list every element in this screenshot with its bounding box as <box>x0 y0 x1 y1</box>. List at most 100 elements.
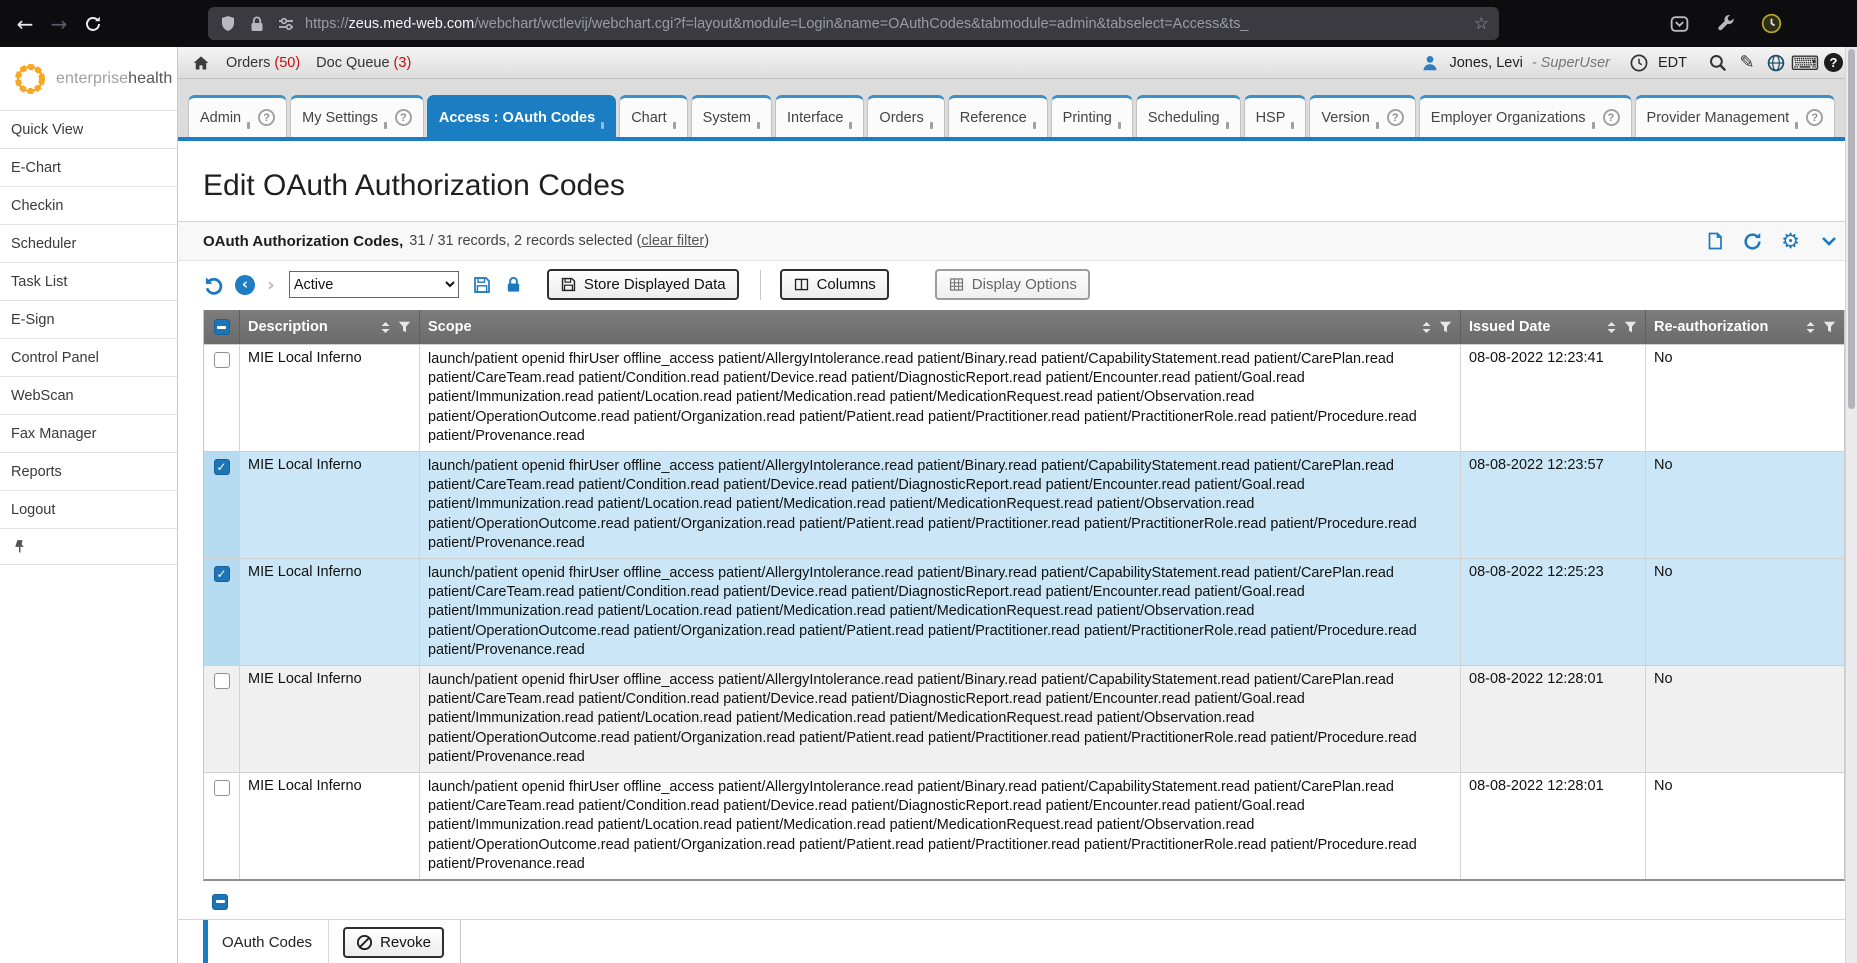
table-row[interactable]: MIE Local Inferno launch/patient openid … <box>204 665 1844 772</box>
toolbar-divider <box>760 270 761 300</box>
row-checkbox[interactable] <box>214 459 230 475</box>
help-icon[interactable] <box>1824 53 1843 72</box>
sort-icon[interactable] <box>1421 321 1432 334</box>
tools-wrench-icon[interactable] <box>1716 13 1737 34</box>
bookmark-star-icon[interactable] <box>1474 14 1489 34</box>
display-options-button[interactable]: Display Options <box>935 269 1090 300</box>
footer-tab-label[interactable]: OAuth Codes <box>222 934 312 951</box>
url-bar[interactable]: https://zeus.med-web.com/webchart/wctlev… <box>208 7 1499 40</box>
collapse-section-icon[interactable] <box>1818 231 1839 252</box>
extension-clock-icon[interactable] <box>1761 13 1782 34</box>
new-document-icon[interactable] <box>1704 231 1725 252</box>
help-icon[interactable] <box>1603 109 1620 126</box>
select-all-footer-checkbox[interactable] <box>212 894 228 910</box>
doc-queue-link[interactable]: Doc Queue (3) <box>316 55 411 71</box>
sidebar-item-logout[interactable]: Logout <box>0 491 177 529</box>
user-name[interactable]: Jones, Levi <box>1449 55 1522 71</box>
row-checkbox[interactable] <box>214 352 230 368</box>
tab-version[interactable]: Version <box>1309 95 1415 137</box>
tab-printing[interactable]: Printing <box>1051 95 1133 137</box>
refresh-icon[interactable] <box>1742 231 1763 252</box>
sidebar-item-checkin[interactable]: Checkin <box>0 187 177 225</box>
columns-button[interactable]: Columns <box>780 269 889 300</box>
sidebar-item-quick-view[interactable]: Quick View <box>0 111 177 149</box>
clear-filter-link[interactable]: clear filter <box>641 233 704 249</box>
tab-interface[interactable]: Interface <box>775 95 864 137</box>
url-text[interactable]: https://zeus.med-web.com/webchart/wctlev… <box>305 16 1466 32</box>
scrollbar-thumb[interactable] <box>1848 49 1855 409</box>
pocket-icon[interactable] <box>1669 13 1690 34</box>
keyboard-icon[interactable] <box>1795 53 1815 73</box>
sidebar-item-fax-manager[interactable]: Fax Manager <box>0 415 177 453</box>
edit-icon[interactable] <box>1737 53 1757 73</box>
tab-grip-icon <box>1376 122 1379 129</box>
help-icon[interactable] <box>395 109 412 126</box>
sidebar-item-webscan[interactable]: WebScan <box>0 377 177 415</box>
save-filter-icon[interactable] <box>471 274 493 296</box>
lock-icon[interactable] <box>247 14 267 34</box>
row-checkbox[interactable] <box>214 780 230 796</box>
tab-reference[interactable]: Reference <box>948 95 1048 137</box>
sidebar-item-scheduler[interactable]: Scheduler <box>0 225 177 263</box>
permissions-sliders-icon[interactable] <box>276 14 296 34</box>
reauthorization-cell: No <box>1646 345 1844 451</box>
store-displayed-data-button[interactable]: Store Displayed Data <box>547 269 739 300</box>
brand-gear-icon <box>12 61 48 97</box>
table-row[interactable]: MIE Local Inferno launch/patient openid … <box>204 451 1844 558</box>
tab-orders[interactable]: Orders <box>867 95 944 137</box>
tracking-shield-icon[interactable] <box>218 14 238 34</box>
browser-forward-icon[interactable] <box>42 7 76 41</box>
orders-link[interactable]: Orders (50) <box>226 55 300 71</box>
grid-icon <box>948 276 965 293</box>
column-header-issued-date[interactable]: Issued Date <box>1469 319 1550 335</box>
sidebar-item-control-panel[interactable]: Control Panel <box>0 339 177 377</box>
sidebar-item-e-chart[interactable]: E-Chart <box>0 149 177 187</box>
table-row[interactable]: MIE Local Inferno launch/patient openid … <box>204 344 1844 451</box>
revoke-button[interactable]: Revoke <box>343 927 444 958</box>
column-header-description[interactable]: Description <box>248 319 328 335</box>
filter-icon[interactable] <box>1624 321 1637 333</box>
sort-icon[interactable] <box>1606 321 1617 334</box>
tab-grip-icon <box>1291 122 1294 129</box>
previous-page-icon[interactable] <box>235 275 255 295</box>
sidebar-item-task-list[interactable]: Task List <box>0 263 177 301</box>
tab-system[interactable]: System <box>691 95 772 137</box>
page-scrollbar[interactable] <box>1845 47 1857 963</box>
help-icon[interactable] <box>1387 109 1404 126</box>
help-icon[interactable] <box>258 109 275 126</box>
filter-icon[interactable] <box>1439 321 1452 333</box>
tab-provider-management[interactable]: Provider Management <box>1635 95 1836 137</box>
column-header-scope[interactable]: Scope <box>428 319 472 335</box>
table-row[interactable]: MIE Local Inferno launch/patient openid … <box>204 772 1844 879</box>
gear-icon[interactable] <box>1780 231 1801 252</box>
tab-my-settings[interactable]: My Settings <box>290 95 424 137</box>
globe-icon[interactable] <box>1766 53 1786 73</box>
pin-icon[interactable] <box>11 538 28 555</box>
sort-icon[interactable] <box>380 321 391 334</box>
undo-icon[interactable] <box>203 274 225 296</box>
tab-access-oauth-codes[interactable]: Access : OAuth Codes <box>427 95 616 137</box>
column-header-reauthorization[interactable]: Re-authorization <box>1654 319 1768 335</box>
filter-icon[interactable] <box>1823 321 1836 333</box>
tab-chart[interactable]: Chart <box>619 95 687 137</box>
active-filter-select[interactable]: Active <box>289 271 459 298</box>
tab-admin[interactable]: Admin <box>188 95 287 137</box>
lock-filter-icon[interactable] <box>503 274 525 296</box>
help-icon[interactable] <box>1806 109 1823 126</box>
filter-icon[interactable] <box>398 321 411 333</box>
tab-scheduling[interactable]: Scheduling <box>1136 95 1241 137</box>
tab-hsp[interactable]: HSP <box>1244 95 1307 137</box>
home-icon[interactable] <box>192 54 210 72</box>
row-checkbox[interactable] <box>214 566 230 582</box>
sidebar-item-e-sign[interactable]: E-Sign <box>0 301 177 339</box>
next-page-icon[interactable] <box>267 274 275 296</box>
row-checkbox[interactable] <box>214 673 230 689</box>
browser-back-icon[interactable] <box>8 7 42 41</box>
select-all-checkbox[interactable] <box>214 319 230 335</box>
search-icon[interactable] <box>1708 53 1728 73</box>
sidebar-item-reports[interactable]: Reports <box>0 453 177 491</box>
table-row[interactable]: MIE Local Inferno launch/patient openid … <box>204 558 1844 665</box>
browser-reload-icon[interactable] <box>76 7 110 41</box>
tab-employer-organizations[interactable]: Employer Organizations <box>1419 95 1632 137</box>
sort-icon[interactable] <box>1805 321 1816 334</box>
